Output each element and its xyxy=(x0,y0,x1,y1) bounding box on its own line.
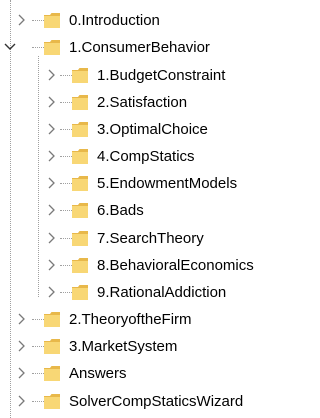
folder-tree: 0.Introduction 1.ConsumerBehavior 1.Budg… xyxy=(0,0,287,418)
folder-icon xyxy=(71,120,89,139)
tree-item-1-consumerbehavior[interactable]: 1.ConsumerBehavior xyxy=(0,34,287,61)
folder-icon xyxy=(71,147,89,166)
tree-item-label: SolverCompStaticsWizard xyxy=(69,393,244,410)
tree-item-3-marketsystem[interactable]: 3.MarketSystem xyxy=(0,333,287,360)
tree-item-compstatics[interactable]: 4.CompStatics xyxy=(0,143,287,170)
folder-icon xyxy=(43,392,61,411)
tree-item-label: Answers xyxy=(69,365,127,382)
tree-item-label: 2.Satisfaction xyxy=(97,94,188,111)
tree-item-solvercompstaticswizard[interactable]: SolverCompStaticsWizard xyxy=(0,388,287,415)
chevron-right-icon[interactable] xyxy=(15,13,29,27)
tree-item-label: 3.MarketSystem xyxy=(69,338,178,355)
folder-icon xyxy=(43,337,61,356)
tree-item-label: 7.SearchTheory xyxy=(97,230,204,247)
tree-item-optimalchoice[interactable]: 3.OptimalChoice xyxy=(0,116,287,143)
tree-item-label: 5.EndowmentModels xyxy=(97,175,238,192)
tree-item-label: 3.OptimalChoice xyxy=(97,121,208,138)
chevron-right-icon[interactable] xyxy=(45,68,59,82)
tree-item-rationaladdiction[interactable]: 9.RationalAddiction xyxy=(0,279,287,306)
folder-icon xyxy=(71,174,89,193)
folder-icon xyxy=(43,364,61,383)
tree-item-2-theoryofthefirm[interactable]: 2.TheoryoftheFirm xyxy=(0,306,287,333)
chevron-right-icon[interactable] xyxy=(15,312,29,326)
chevron-down-icon[interactable] xyxy=(3,40,17,54)
chevron-right-icon[interactable] xyxy=(45,285,59,299)
folder-icon xyxy=(71,256,89,275)
tree-item-label: 8.BehavioralEconomics xyxy=(97,257,254,274)
folder-icon xyxy=(43,38,61,57)
folder-icon xyxy=(71,229,89,248)
folder-icon xyxy=(43,310,61,329)
tree-item-label: 9.RationalAddiction xyxy=(97,284,227,301)
folder-icon xyxy=(71,66,89,85)
tree-item-searchtheory[interactable]: 7.SearchTheory xyxy=(0,225,287,252)
chevron-right-icon[interactable] xyxy=(45,203,59,217)
chevron-right-icon[interactable] xyxy=(15,394,29,408)
tree-item-label: 1.BudgetConstraint xyxy=(97,67,226,84)
chevron-right-icon[interactable] xyxy=(15,339,29,353)
chevron-right-icon[interactable] xyxy=(45,176,59,190)
chevron-right-icon[interactable] xyxy=(15,366,29,380)
chevron-right-icon[interactable] xyxy=(45,231,59,245)
chevron-right-icon[interactable] xyxy=(45,95,59,109)
tree-item-behavioraleconomics[interactable]: 8.BehavioralEconomics xyxy=(0,252,287,279)
tree-item-label: 4.CompStatics xyxy=(97,148,195,165)
chevron-right-icon[interactable] xyxy=(45,258,59,272)
tree-item-label: 2.TheoryoftheFirm xyxy=(69,311,192,328)
tree-item-label: 1.ConsumerBehavior xyxy=(69,39,210,56)
tree-item-endowmentmodels[interactable]: 5.EndowmentModels xyxy=(0,170,287,197)
tree-item-satisfaction[interactable]: 2.Satisfaction xyxy=(0,89,287,116)
tree-item-budgetconstraint[interactable]: 1.BudgetConstraint xyxy=(0,62,287,89)
folder-icon xyxy=(71,201,89,220)
folder-icon xyxy=(71,93,89,112)
tree-item-answers[interactable]: Answers xyxy=(0,360,287,387)
tree-item-label: 6.Bads xyxy=(97,202,144,219)
tree-item-0-introduction[interactable]: 0.Introduction xyxy=(0,7,287,34)
tree-item-label: 0.Introduction xyxy=(69,12,160,29)
chevron-right-icon[interactable] xyxy=(45,149,59,163)
chevron-right-icon[interactable] xyxy=(45,122,59,136)
folder-icon xyxy=(43,11,61,30)
folder-icon xyxy=(71,283,89,302)
tree-item-bads[interactable]: 6.Bads xyxy=(0,197,287,224)
